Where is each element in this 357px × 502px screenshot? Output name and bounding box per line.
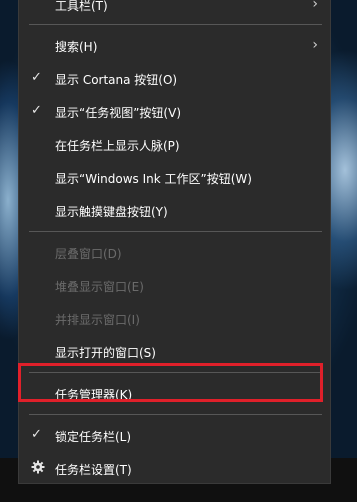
menu-item-show-task-view[interactable]: ✓ 显示“任务视图”按钮(V) — [19, 96, 332, 128]
menu-item-show-cortana[interactable]: ✓ 显示 Cortana 按钮(O) — [19, 63, 332, 95]
menu-item-cascade-windows: 层叠窗口(D) — [19, 237, 332, 269]
menu-item-label: 显示“Windows Ink 工作区”按钮(W) — [55, 172, 252, 186]
menu-item-label: 任务栏设置(T) — [55, 463, 132, 477]
menu-item-label: 堆叠显示窗口(E) — [55, 280, 144, 294]
task-manager-highlight-box — [18, 363, 323, 402]
taskbar-context-menu: 工具栏(T) › 搜索(H) › ✓ 显示 Cortana 按钮(O) ✓ 显示… — [18, 0, 331, 484]
menu-item-show-ink-workspace[interactable]: 显示“Windows Ink 工作区”按钮(W) — [19, 162, 332, 194]
menu-item-label: 在任务栏上显示人脉(P) — [55, 139, 180, 153]
menu-item-label: 层叠窗口(D) — [55, 247, 122, 261]
menu-item-label: 显示触摸键盘按钮(Y) — [55, 205, 168, 219]
check-icon: ✓ — [31, 103, 42, 118]
menu-item-side-by-side-windows: 并排显示窗口(I) — [19, 303, 332, 335]
menu-item-taskbar-settings[interactable]: 任务栏设置(T) — [19, 453, 332, 485]
chevron-right-icon: › — [312, 37, 318, 53]
menu-item-label: 并排显示窗口(I) — [55, 313, 140, 327]
menu-item-stack-windows: 堆叠显示窗口(E) — [19, 270, 332, 302]
check-icon: ✓ — [31, 70, 42, 85]
menu-separator — [29, 414, 322, 415]
menu-item-lock-taskbar[interactable]: ✓ 锁定任务栏(L) — [19, 420, 332, 452]
menu-item-label: 工具栏(T) — [55, 0, 108, 13]
check-icon: ✓ — [31, 427, 42, 442]
menu-item-toolbars[interactable]: 工具栏(T) › — [19, 0, 332, 21]
gear-icon — [31, 460, 45, 474]
menu-item-show-touch-keyboard[interactable]: 显示触摸键盘按钮(Y) — [19, 195, 332, 227]
menu-item-search[interactable]: 搜索(H) › — [19, 30, 332, 62]
menu-separator — [29, 24, 322, 25]
menu-item-show-people[interactable]: 在任务栏上显示人脉(P) — [19, 129, 332, 161]
menu-item-label: 搜索(H) — [55, 40, 98, 54]
menu-separator — [29, 231, 322, 232]
menu-item-label: 显示 Cortana 按钮(O) — [55, 73, 178, 87]
menu-item-label: 锁定任务栏(L) — [55, 430, 132, 444]
chevron-right-icon: › — [312, 0, 318, 12]
menu-item-label: 显示打开的窗口(S) — [55, 346, 156, 360]
menu-item-label: 显示“任务视图”按钮(V) — [55, 106, 182, 120]
